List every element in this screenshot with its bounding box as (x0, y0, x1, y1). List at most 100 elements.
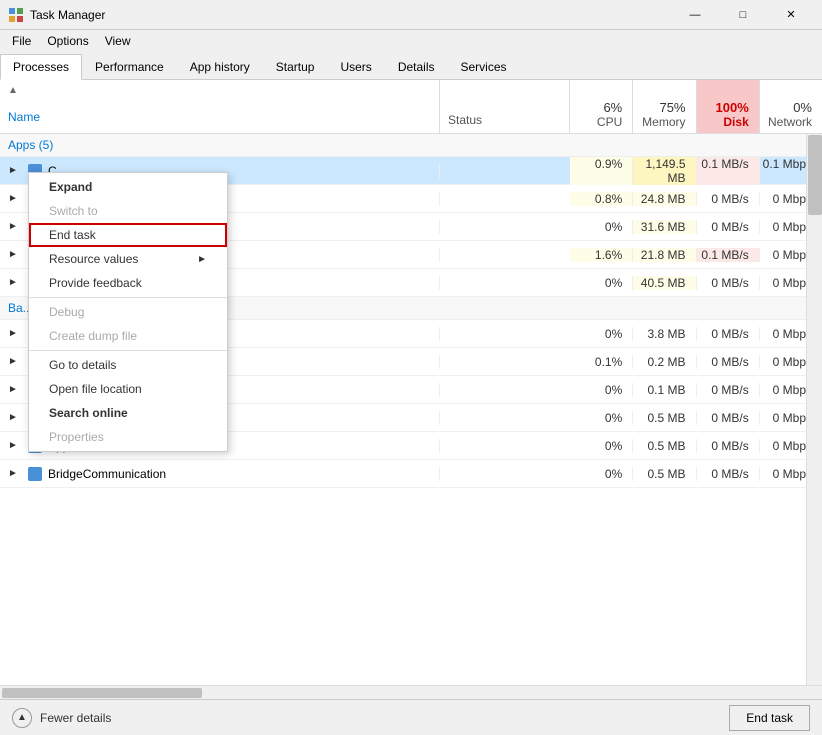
expand-icon-4[interactable]: ► (8, 249, 24, 260)
col-status[interactable]: Status (440, 80, 570, 133)
scrollbar-thumb[interactable] (808, 135, 822, 215)
row-metrics-5: 0% 40.5 MB 0 MB/s 0 Mbps (570, 276, 822, 290)
tab-processes[interactable]: Processes (0, 54, 82, 80)
col-memory[interactable]: 75% Memory (633, 80, 696, 133)
horizontal-scrollbar[interactable] (0, 685, 822, 699)
col-disk[interactable]: 100% Disk (697, 80, 760, 133)
ctx-expand[interactable]: Expand (29, 175, 227, 199)
row-disk-bg2: 0 MB/s (697, 355, 760, 369)
minimize-button[interactable]: — (672, 5, 718, 25)
col-metrics: 6% CPU 75% Memory 100% Disk 0% Network (570, 80, 822, 133)
row-disk-5: 0 MB/s (697, 276, 760, 290)
app-icon (8, 7, 24, 23)
row-metrics-svc2: 0% 0.5 MB 0 MB/s 0 Mbps (570, 411, 822, 425)
menu-view[interactable]: View (97, 32, 139, 50)
row-disk-3: 0 MB/s (697, 220, 760, 234)
row-memory-5: 40.5 MB (633, 276, 696, 290)
row-cpu-1: 0.9% (570, 157, 633, 185)
row-metrics-1: 0.9% 1,149.5 MB 0.1 MB/s 0.1 Mbps (570, 157, 822, 185)
ctx-switch-to[interactable]: Switch to (29, 199, 227, 223)
row-cpu-5: 0% (570, 276, 633, 290)
ctx-go-to-details[interactable]: Go to details (29, 353, 227, 377)
window-controls: — □ ✕ (672, 5, 814, 25)
window-title: Task Manager (30, 8, 672, 22)
tab-bar: Processes Performance App history Startu… (0, 52, 822, 80)
h-scrollbar-thumb[interactable] (2, 688, 202, 698)
ctx-open-file-location[interactable]: Open file location (29, 377, 227, 401)
row-metrics-4: 1.6% 21.8 MB 0.1 MB/s 0 Mbps (570, 248, 822, 262)
row-metrics-bg2: 0.1% 0.2 MB 0 MB/s 0 Mbps (570, 355, 822, 369)
ctx-separator-2 (29, 350, 227, 351)
disk-pct: 100% (716, 100, 749, 115)
row-disk-1: 0.1 MB/s (697, 157, 760, 185)
fewer-details-icon: ▲ (12, 708, 32, 728)
menu-file[interactable]: File (4, 32, 39, 50)
row-cpu-bg2: 0.1% (570, 355, 633, 369)
row-memory-bg1: 3.8 MB (633, 327, 696, 341)
ctx-end-task[interactable]: End task (29, 223, 227, 247)
expand-icon-svc3[interactable]: ► (8, 440, 24, 451)
row-metrics-svc4: 0% 0.5 MB 0 MB/s 0 Mbps (570, 467, 822, 481)
row-cpu-svc1: 0% (570, 383, 633, 397)
row-disk-2: 0 MB/s (697, 192, 760, 206)
disk-label: Disk (723, 115, 748, 129)
row-memory-4: 21.8 MB (633, 248, 696, 262)
ctx-create-dump[interactable]: Create dump file (29, 324, 227, 348)
expand-icon-1[interactable]: ► (8, 165, 24, 176)
end-task-button[interactable]: End task (729, 705, 810, 731)
row-memory-3: 31.6 MB (633, 220, 696, 234)
fewer-details-button[interactable]: ▲ Fewer details (12, 708, 111, 728)
col-name-label[interactable]: Name (0, 102, 439, 133)
row-memory-bg2: 0.2 MB (633, 355, 696, 369)
row-memory-2: 24.8 MB (633, 192, 696, 206)
expand-icon-svc4[interactable]: ► (8, 468, 24, 479)
col-name-area: ▲ Name (0, 80, 440, 133)
tab-services[interactable]: Services (448, 53, 520, 79)
row-cpu-3: 0% (570, 220, 633, 234)
maximize-button[interactable]: □ (720, 5, 766, 25)
row-memory-svc1: 0.1 MB (633, 383, 696, 397)
row-cpu-svc4: 0% (570, 467, 633, 481)
row-disk-svc1: 0 MB/s (697, 383, 760, 397)
menu-options[interactable]: Options (39, 32, 96, 50)
ctx-provide-feedback[interactable]: Provide feedback (29, 271, 227, 295)
tab-app-history[interactable]: App history (177, 53, 263, 79)
title-bar: Task Manager — □ ✕ (0, 0, 822, 30)
apps-group-header: Apps (5) (0, 134, 822, 157)
close-button[interactable]: ✕ (768, 5, 814, 25)
col-network[interactable]: 0% Network (760, 80, 822, 133)
context-menu: Expand Switch to End task Resource value… (28, 172, 228, 452)
expand-icon-2[interactable]: ► (8, 193, 24, 204)
submenu-arrow: ► (197, 254, 207, 265)
ctx-debug[interactable]: Debug (29, 300, 227, 324)
expand-icon-svc1[interactable]: ► (8, 384, 24, 395)
menu-bar: File Options View (0, 30, 822, 52)
expand-icon-5[interactable]: ► (8, 277, 24, 288)
tab-performance[interactable]: Performance (82, 53, 177, 79)
tab-details[interactable]: Details (385, 53, 448, 79)
row-text-svc4: BridgeCommunication (48, 467, 166, 481)
table-row[interactable]: ► BridgeCommunication 0% 0.5 MB 0 MB/s 0… (0, 460, 822, 488)
sort-arrow: ▲ (0, 80, 439, 102)
row-disk-4: 0.1 MB/s (697, 248, 760, 262)
expand-icon-bg2[interactable]: ► (8, 356, 24, 367)
network-label: Network (768, 115, 812, 129)
row-memory-svc2: 0.5 MB (633, 411, 696, 425)
row-memory-svc3: 0.5 MB (633, 439, 696, 453)
ctx-properties[interactable]: Properties (29, 425, 227, 449)
expand-icon-bg1[interactable]: ► (8, 328, 24, 339)
ctx-search-online[interactable]: Search online (29, 401, 227, 425)
tab-startup[interactable]: Startup (263, 53, 328, 79)
ctx-resource-values[interactable]: Resource values ► (29, 247, 227, 271)
row-metrics-bg1: 0% 3.8 MB 0 MB/s 0 Mbps (570, 327, 822, 341)
tab-users[interactable]: Users (327, 53, 384, 79)
row-metrics-2: 0.8% 24.8 MB 0 MB/s 0 Mbps (570, 192, 822, 206)
row-metrics-3: 0% 31.6 MB 0 MB/s 0 Mbps (570, 220, 822, 234)
col-cpu[interactable]: 6% CPU (570, 80, 633, 133)
row-cpu-svc3: 0% (570, 439, 633, 453)
scrollbar-track[interactable] (806, 134, 822, 685)
expand-icon-svc2[interactable]: ► (8, 412, 24, 423)
row-name-svc4: ► BridgeCommunication (0, 467, 440, 481)
expand-icon-3[interactable]: ► (8, 221, 24, 232)
row-disk-svc3: 0 MB/s (697, 439, 760, 453)
